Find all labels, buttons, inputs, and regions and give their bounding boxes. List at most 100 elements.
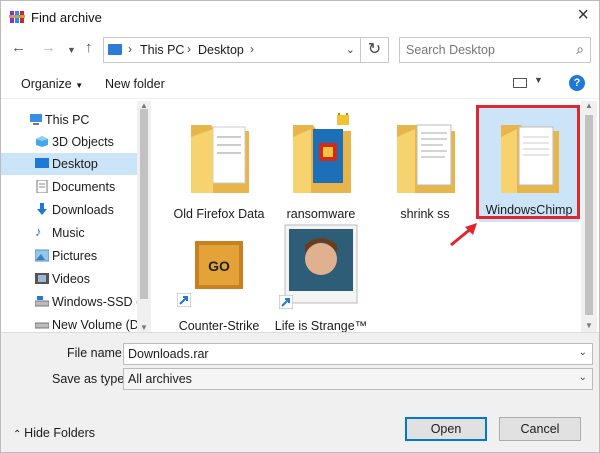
shortcut-arrow-icon — [177, 293, 191, 307]
file-dialog: Find archive × ← → ▼ ↑ › This PC › Deskt… — [0, 0, 600, 453]
close-icon[interactable]: × — [577, 4, 589, 27]
hide-folders-label: Hide Folders — [24, 426, 96, 440]
drive-icon — [35, 296, 49, 307]
sidebar-item-label: Pictures — [52, 249, 98, 263]
file-list-scrollbar[interactable]: ▲ ▼ — [581, 101, 597, 332]
chevron-right-icon[interactable]: › — [250, 42, 254, 56]
list-item[interactable]: shrink ss — [375, 109, 475, 224]
counter-strike-icon: GO — [195, 241, 243, 289]
sidebar-item-new-volume[interactable]: New Volume (D:) — [1, 314, 146, 332]
view-options-icon[interactable] — [513, 78, 527, 88]
winrar-icon — [9, 11, 25, 23]
sidebar-item-label: New Volume (D:) — [52, 318, 147, 332]
list-item[interactable]: ransomware — [271, 109, 371, 224]
highlight-annotation-box — [476, 105, 580, 219]
organize-menu[interactable]: Organize ▼ — [21, 77, 83, 91]
sidebar-item-videos[interactable]: Videos — [1, 268, 137, 290]
hide-folders-button[interactable]: ⌃ Hide Folders — [13, 426, 95, 440]
list-item[interactable]: Old Firefox Data — [169, 109, 269, 224]
save-type-value: All archives — [128, 372, 192, 386]
scroll-down-icon[interactable]: ▼ — [585, 321, 593, 330]
chevron-down-icon[interactable]: ▼ — [534, 75, 543, 85]
file-name-label: File name: — [67, 346, 126, 360]
address-bar[interactable]: › This PC › Desktop › ⌄ — [103, 37, 361, 63]
sidebar-item-this-pc[interactable]: This PC — [1, 109, 137, 131]
file-name: shrink ss — [400, 207, 450, 221]
save-type-select[interactable]: All archives ⌄ — [123, 368, 593, 390]
scroll-down-icon[interactable]: ▼ — [140, 323, 148, 332]
search-input[interactable]: Search Desktop ⌕ — [399, 37, 591, 63]
sidebar-scrollbar[interactable]: ▲ ▼ — [137, 101, 151, 332]
sidebar-item-label: Desktop — [52, 157, 98, 171]
file-name-value: Downloads.rar — [128, 347, 209, 361]
chevron-right-icon[interactable]: › — [187, 42, 191, 56]
organize-label: Organize — [21, 77, 72, 91]
file-name: Life is Strange™ — [274, 319, 368, 332]
sidebar-item-desktop[interactable]: Desktop — [1, 153, 137, 175]
open-button[interactable]: Open — [405, 417, 487, 441]
refresh-button[interactable]: ↻ — [361, 37, 389, 63]
sidebar-item-label: This PC — [45, 113, 90, 127]
cube-icon — [36, 136, 48, 147]
scrollbar-thumb[interactable] — [585, 115, 593, 315]
download-icon — [37, 203, 47, 215]
chevron-down-icon: ▼ — [75, 81, 84, 90]
list-item[interactable]: GO Counter-Strike — [169, 221, 269, 332]
sidebar-item-windows-ssd[interactable]: Windows-SSD (C — [1, 291, 149, 313]
save-form: File name: Downloads.rar ⌄ Save as type:… — [1, 332, 599, 452]
sidebar-item-label: 3D Objects — [52, 135, 114, 149]
list-item[interactable]: Life is Strange™ — [271, 221, 371, 332]
scrollbar-thumb[interactable] — [140, 109, 148, 299]
command-bar: Organize ▼ New folder ▼ ? — [1, 67, 599, 99]
back-arrow-icon[interactable]: ← — [11, 39, 26, 56]
sidebar-item-label: Videos — [52, 272, 90, 286]
chevron-up-icon: ⌃ — [13, 429, 25, 440]
recent-locations-chevron-icon[interactable]: ▼ — [67, 45, 76, 55]
chevron-down-icon[interactable]: ⌄ — [579, 372, 587, 383]
music-icon: ♪ — [35, 224, 42, 239]
up-arrow-icon[interactable]: ↑ — [85, 39, 93, 56]
window-title: Find archive — [31, 10, 102, 25]
folder-icon — [397, 124, 455, 193]
refresh-icon: ↻ — [367, 41, 382, 58]
shortcut-arrow-icon — [279, 295, 293, 309]
sidebar-item-3d-objects[interactable]: 3D Objects — [1, 131, 137, 153]
file-name: Old Firefox Data — [173, 207, 265, 221]
breadcrumb-this-pc[interactable]: This PC — [140, 43, 184, 57]
sidebar-item-pictures[interactable]: Pictures — [1, 245, 137, 267]
save-type-label: Save as type: — [52, 372, 128, 386]
forward-arrow-icon[interactable]: → — [41, 39, 56, 56]
navigation-bar: ← → ▼ ↑ › This PC › Desktop › ⌄ ↻ Search… — [1, 33, 599, 67]
drive-icon — [35, 322, 49, 329]
svg-text:GO: GO — [208, 258, 230, 274]
sidebar-item-label: Downloads — [52, 203, 114, 217]
pc-icon — [30, 114, 42, 125]
search-placeholder: Search Desktop — [406, 43, 495, 57]
sidebar-item-documents[interactable]: Documents — [1, 176, 137, 198]
new-folder-button[interactable]: New folder — [105, 77, 165, 91]
sidebar-item-downloads[interactable]: Downloads — [1, 199, 137, 221]
sidebar-item-label: Music — [52, 226, 85, 240]
file-name-field[interactable]: Downloads.rar ⌄ — [123, 343, 593, 365]
sidebar-item-label: Windows-SSD (C — [52, 295, 150, 309]
breadcrumb-desktop[interactable]: Desktop — [198, 43, 244, 57]
scroll-up-icon[interactable]: ▲ — [585, 101, 593, 110]
search-icon[interactable]: ⌕ — [576, 41, 584, 58]
chevron-down-icon[interactable]: ⌄ — [579, 347, 587, 358]
videos-icon — [35, 273, 49, 284]
cancel-button[interactable]: Cancel — [499, 417, 581, 441]
sidebar-item-label: Documents — [52, 180, 116, 194]
life-is-strange-icon — [284, 224, 358, 304]
file-name: ransomware — [286, 207, 356, 221]
documents-icon — [36, 180, 48, 193]
chevron-right-icon[interactable]: › — [128, 42, 132, 56]
pictures-icon — [35, 249, 49, 262]
help-icon[interactable]: ? — [569, 75, 585, 91]
title-bar: Find archive × — [1, 1, 599, 33]
folder-icon — [293, 113, 351, 193]
file-name: Counter-Strike — [178, 319, 260, 332]
red-arrow-icon — [450, 223, 477, 247]
chevron-down-icon[interactable]: ⌄ — [346, 43, 355, 56]
desktop-icon — [35, 158, 49, 168]
sidebar-item-music[interactable]: ♪ Music — [1, 222, 137, 244]
